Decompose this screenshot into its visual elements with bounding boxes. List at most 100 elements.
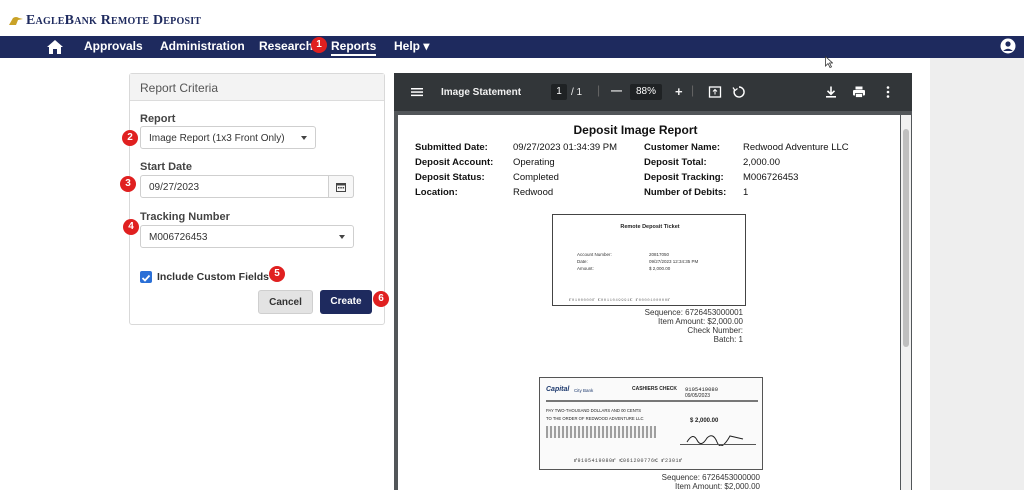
tracking-number-label: Tracking Number xyxy=(140,211,230,223)
deposit-total-label: Deposit Total: xyxy=(644,157,707,168)
deposit-total-value: 2,000.00 xyxy=(743,157,780,168)
check-payee-line: PAY TWO-THOUSAND DOLLARS AND 00 CENTS xyxy=(546,408,642,413)
report-label: Report xyxy=(140,113,176,125)
step-marker-5: 5 xyxy=(269,266,285,282)
pdf-title: Image Statement xyxy=(441,87,522,98)
home-icon[interactable] xyxy=(46,39,64,55)
nav-approvals[interactable]: Approvals xyxy=(84,39,143,53)
customer-name-value: Redwood Adventure LLC xyxy=(743,142,849,153)
step-marker-2: 2 xyxy=(122,130,138,146)
check-number: 9105419080 xyxy=(685,386,719,393)
pdf-scrollbar-thumb[interactable] xyxy=(903,129,909,347)
page-right-gutter xyxy=(930,58,1024,490)
start-date-label: Start Date xyxy=(140,161,192,173)
download-icon[interactable] xyxy=(824,85,838,99)
pdf-page: Deposit Image Report Submitted Date: 09/… xyxy=(398,115,900,490)
tracking-number-value: M006726453 xyxy=(149,232,208,243)
check-date: 09/05/2023 xyxy=(685,393,711,399)
logo-bar: EagleBank Remote Deposit xyxy=(0,0,1024,36)
start-date-value: 09/27/2023 xyxy=(149,182,200,193)
item1-batch: Batch: 1 xyxy=(713,335,743,344)
ticket-amount-value: $ 2,000.00 xyxy=(649,266,671,271)
rotate-icon[interactable] xyxy=(732,85,746,99)
start-date-input[interactable]: 09/27/2023 xyxy=(140,175,354,198)
menu-icon[interactable] xyxy=(410,85,424,99)
deposit-status-value: Completed xyxy=(513,172,559,183)
deposit-ticket-image: Remote Deposit Ticket Account Number: 20… xyxy=(552,214,746,306)
report-select-value: Image Report (1x3 Front Only) xyxy=(149,133,285,144)
deposit-account-value: Operating xyxy=(513,157,555,168)
calendar-button[interactable] xyxy=(328,175,354,198)
deposit-tracking-value: M006726453 xyxy=(743,172,799,183)
toolbar-separator: | xyxy=(597,83,601,97)
include-custom-fields-label[interactable]: Include Custom Fields xyxy=(157,271,269,283)
cancel-button[interactable]: Cancel xyxy=(258,290,313,314)
ticket-micr-line: ⑈0100000⑈ ⑆0011049991⑆ ⑈0000100000⑈ xyxy=(569,299,671,303)
check-type: CASHIERS CHECK xyxy=(632,386,678,392)
brand-logo[interactable]: EagleBank Remote Deposit xyxy=(8,13,201,29)
checkmark-icon xyxy=(141,274,151,282)
location-label: Location: xyxy=(415,187,458,198)
step-marker-1: 1 xyxy=(311,37,327,53)
pdf-scrollbar[interactable] xyxy=(901,115,911,490)
ticket-account-value: 20817050 xyxy=(649,252,670,257)
number-of-debits-value: 1 xyxy=(743,187,749,198)
toolbar-separator: | xyxy=(691,83,695,97)
number-of-debits-label: Number of Debits: xyxy=(644,187,727,198)
submitted-date-label: Submitted Date: xyxy=(415,142,488,153)
step-marker-6: 6 xyxy=(373,291,389,307)
tracking-number-select[interactable]: M006726453 xyxy=(140,225,354,248)
eagle-logo-icon xyxy=(9,17,23,25)
ticket-amount-label: Amount: xyxy=(577,266,594,271)
check-bank-suffix: City Bank xyxy=(574,388,594,393)
pdf-toolbar: Image Statement 1 / 1 | — 88% + | xyxy=(394,73,912,111)
item2-amount: Item Amount: $2,000.00 xyxy=(675,482,760,490)
nav-help[interactable]: Help ▾ xyxy=(394,39,429,53)
item1-check-number: Check Number: xyxy=(687,326,743,335)
location-value: Redwood xyxy=(513,187,554,198)
item1-sequence: Sequence: 6726453000001 xyxy=(644,308,743,317)
mouse-cursor-icon xyxy=(825,56,833,68)
ticket-date-label: Date: xyxy=(577,259,588,264)
page-number-input[interactable]: 1 xyxy=(551,84,567,100)
deposit-account-label: Deposit Account: xyxy=(415,157,494,168)
item1-amount: Item Amount: $2,000.00 xyxy=(658,317,743,326)
step-marker-4: 4 xyxy=(123,219,139,235)
calendar-icon xyxy=(336,183,346,192)
fit-page-icon[interactable] xyxy=(708,85,722,99)
nav-administration[interactable]: Administration xyxy=(160,39,245,53)
chevron-down-icon xyxy=(301,136,307,140)
report-title: Deposit Image Report xyxy=(573,123,698,137)
check-order-line: TO THE ORDER OF REDWOOD ADVENTURE LLC xyxy=(546,416,644,421)
check-image: Capital City Bank CASHIERS CHECK 9105419… xyxy=(539,377,763,470)
ticket-account-label: Account Number: xyxy=(577,252,612,257)
check-amount: $ 2,000.00 xyxy=(690,418,719,424)
ticket-date-value: 09/27/2023 12:34:35 PM xyxy=(649,259,699,264)
pdf-viewer: Image Statement 1 / 1 | — 88% + | Deposi… xyxy=(394,73,912,490)
deposit-status-label: Deposit Status: xyxy=(415,172,485,183)
report-select[interactable]: Image Report (1x3 Front Only) xyxy=(140,126,316,149)
nav-research[interactable]: Research xyxy=(259,39,313,53)
chevron-down-icon xyxy=(339,235,345,239)
zoom-level-input[interactable]: 88% xyxy=(630,84,662,100)
step-marker-3: 3 xyxy=(120,176,136,192)
create-button[interactable]: Create xyxy=(320,290,372,314)
customer-name-label: Customer Name: xyxy=(644,142,721,153)
check-divider xyxy=(546,400,758,402)
user-account-icon[interactable] xyxy=(1000,38,1016,54)
item2-sequence: Sequence: 6726453000000 xyxy=(661,473,760,482)
more-options-icon[interactable] xyxy=(881,85,895,99)
brand-name: EagleBank Remote Deposit xyxy=(26,13,202,28)
page-total: / 1 xyxy=(571,87,583,98)
check-micr-line: ⑈9105419080⑈ ⑆061200776⑆ ⑈2301⑈ xyxy=(574,458,683,464)
print-icon[interactable] xyxy=(852,85,866,99)
submitted-date-value: 09/27/2023 01:34:39 PM xyxy=(513,142,618,153)
include-custom-fields-checkbox[interactable] xyxy=(140,271,152,283)
zoom-out-button[interactable]: — xyxy=(611,85,622,97)
nav-reports[interactable]: Reports xyxy=(331,39,377,56)
ticket-title: Remote Deposit Ticket xyxy=(620,224,680,230)
check-security-pattern xyxy=(546,426,656,438)
check-bank-name: Capital xyxy=(546,386,570,393)
main-navbar: Approvals Administration Research Report… xyxy=(0,36,1024,58)
zoom-in-button[interactable]: + xyxy=(675,84,683,99)
